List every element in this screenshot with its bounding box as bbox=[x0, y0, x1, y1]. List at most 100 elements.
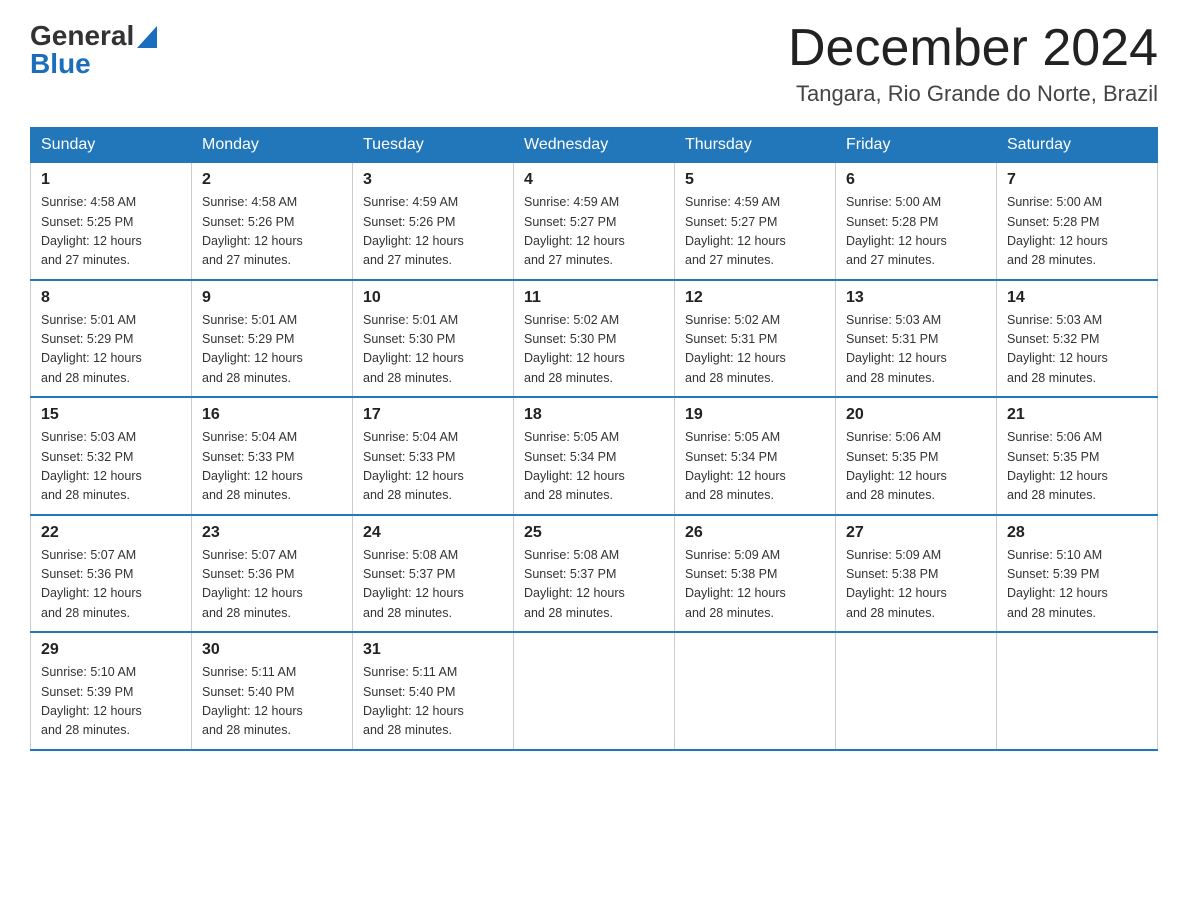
day-number: 13 bbox=[846, 289, 986, 307]
day-info: Sunrise: 5:00 AMSunset: 5:28 PMDaylight:… bbox=[846, 193, 986, 271]
day-info: Sunrise: 4:58 AMSunset: 5:25 PMDaylight:… bbox=[41, 193, 181, 271]
weekday-header-friday: Friday bbox=[836, 128, 997, 163]
day-number: 23 bbox=[202, 524, 342, 542]
weekday-header-sunday: Sunday bbox=[31, 128, 192, 163]
calendar-week-1: 1 Sunrise: 4:58 AMSunset: 5:25 PMDayligh… bbox=[31, 163, 1158, 280]
day-info: Sunrise: 5:06 AMSunset: 5:35 PMDaylight:… bbox=[846, 428, 986, 506]
calendar-cell: 15 Sunrise: 5:03 AMSunset: 5:32 PMDaylig… bbox=[31, 397, 192, 515]
day-info: Sunrise: 5:09 AMSunset: 5:38 PMDaylight:… bbox=[685, 546, 825, 624]
calendar-cell: 22 Sunrise: 5:07 AMSunset: 5:36 PMDaylig… bbox=[31, 515, 192, 633]
calendar-cell: 10 Sunrise: 5:01 AMSunset: 5:30 PMDaylig… bbox=[353, 280, 514, 398]
day-info: Sunrise: 5:06 AMSunset: 5:35 PMDaylight:… bbox=[1007, 428, 1147, 506]
day-info: Sunrise: 5:03 AMSunset: 5:31 PMDaylight:… bbox=[846, 311, 986, 389]
day-number: 4 bbox=[524, 171, 664, 189]
day-number: 27 bbox=[846, 524, 986, 542]
calendar-table: SundayMondayTuesdayWednesdayThursdayFrid… bbox=[30, 127, 1158, 751]
title-area: December 2024 Tangara, Rio Grande do Nor… bbox=[788, 20, 1158, 107]
day-number: 20 bbox=[846, 406, 986, 424]
day-info: Sunrise: 5:07 AMSunset: 5:36 PMDaylight:… bbox=[202, 546, 342, 624]
day-info: Sunrise: 5:02 AMSunset: 5:31 PMDaylight:… bbox=[685, 311, 825, 389]
calendar-cell: 4 Sunrise: 4:59 AMSunset: 5:27 PMDayligh… bbox=[514, 163, 675, 280]
calendar-cell: 25 Sunrise: 5:08 AMSunset: 5:37 PMDaylig… bbox=[514, 515, 675, 633]
day-number: 9 bbox=[202, 289, 342, 307]
calendar-cell: 1 Sunrise: 4:58 AMSunset: 5:25 PMDayligh… bbox=[31, 163, 192, 280]
calendar-cell: 2 Sunrise: 4:58 AMSunset: 5:26 PMDayligh… bbox=[192, 163, 353, 280]
calendar-cell: 28 Sunrise: 5:10 AMSunset: 5:39 PMDaylig… bbox=[997, 515, 1158, 633]
day-info: Sunrise: 5:07 AMSunset: 5:36 PMDaylight:… bbox=[41, 546, 181, 624]
calendar-cell: 17 Sunrise: 5:04 AMSunset: 5:33 PMDaylig… bbox=[353, 397, 514, 515]
day-info: Sunrise: 5:05 AMSunset: 5:34 PMDaylight:… bbox=[524, 428, 664, 506]
day-info: Sunrise: 5:03 AMSunset: 5:32 PMDaylight:… bbox=[1007, 311, 1147, 389]
weekday-header-thursday: Thursday bbox=[675, 128, 836, 163]
day-info: Sunrise: 5:08 AMSunset: 5:37 PMDaylight:… bbox=[363, 546, 503, 624]
calendar-cell: 30 Sunrise: 5:11 AMSunset: 5:40 PMDaylig… bbox=[192, 632, 353, 750]
calendar-cell: 12 Sunrise: 5:02 AMSunset: 5:31 PMDaylig… bbox=[675, 280, 836, 398]
calendar-cell: 5 Sunrise: 4:59 AMSunset: 5:27 PMDayligh… bbox=[675, 163, 836, 280]
calendar-cell bbox=[514, 632, 675, 750]
calendar-week-4: 22 Sunrise: 5:07 AMSunset: 5:36 PMDaylig… bbox=[31, 515, 1158, 633]
day-number: 22 bbox=[41, 524, 181, 542]
calendar-cell: 13 Sunrise: 5:03 AMSunset: 5:31 PMDaylig… bbox=[836, 280, 997, 398]
calendar-cell bbox=[675, 632, 836, 750]
location-subtitle: Tangara, Rio Grande do Norte, Brazil bbox=[788, 81, 1158, 107]
calendar-cell: 16 Sunrise: 5:04 AMSunset: 5:33 PMDaylig… bbox=[192, 397, 353, 515]
calendar-week-5: 29 Sunrise: 5:10 AMSunset: 5:39 PMDaylig… bbox=[31, 632, 1158, 750]
day-number: 12 bbox=[685, 289, 825, 307]
day-number: 30 bbox=[202, 641, 342, 659]
logo: General Blue bbox=[30, 20, 157, 80]
day-number: 8 bbox=[41, 289, 181, 307]
day-info: Sunrise: 5:03 AMSunset: 5:32 PMDaylight:… bbox=[41, 428, 181, 506]
calendar-cell: 31 Sunrise: 5:11 AMSunset: 5:40 PMDaylig… bbox=[353, 632, 514, 750]
day-info: Sunrise: 4:58 AMSunset: 5:26 PMDaylight:… bbox=[202, 193, 342, 271]
day-number: 15 bbox=[41, 406, 181, 424]
day-info: Sunrise: 4:59 AMSunset: 5:27 PMDaylight:… bbox=[524, 193, 664, 271]
calendar-cell: 8 Sunrise: 5:01 AMSunset: 5:29 PMDayligh… bbox=[31, 280, 192, 398]
day-number: 5 bbox=[685, 171, 825, 189]
day-number: 24 bbox=[363, 524, 503, 542]
calendar-cell: 21 Sunrise: 5:06 AMSunset: 5:35 PMDaylig… bbox=[997, 397, 1158, 515]
day-number: 11 bbox=[524, 289, 664, 307]
day-info: Sunrise: 5:09 AMSunset: 5:38 PMDaylight:… bbox=[846, 546, 986, 624]
day-number: 14 bbox=[1007, 289, 1147, 307]
calendar-cell: 26 Sunrise: 5:09 AMSunset: 5:38 PMDaylig… bbox=[675, 515, 836, 633]
weekday-header-wednesday: Wednesday bbox=[514, 128, 675, 163]
day-info: Sunrise: 4:59 AMSunset: 5:26 PMDaylight:… bbox=[363, 193, 503, 271]
day-info: Sunrise: 5:01 AMSunset: 5:29 PMDaylight:… bbox=[202, 311, 342, 389]
calendar-cell: 3 Sunrise: 4:59 AMSunset: 5:26 PMDayligh… bbox=[353, 163, 514, 280]
weekday-header-row: SundayMondayTuesdayWednesdayThursdayFrid… bbox=[31, 128, 1158, 163]
calendar-header: SundayMondayTuesdayWednesdayThursdayFrid… bbox=[31, 128, 1158, 163]
day-number: 3 bbox=[363, 171, 503, 189]
day-number: 29 bbox=[41, 641, 181, 659]
calendar-cell: 29 Sunrise: 5:10 AMSunset: 5:39 PMDaylig… bbox=[31, 632, 192, 750]
day-number: 25 bbox=[524, 524, 664, 542]
calendar-cell: 27 Sunrise: 5:09 AMSunset: 5:38 PMDaylig… bbox=[836, 515, 997, 633]
day-number: 1 bbox=[41, 171, 181, 189]
month-title: December 2024 bbox=[788, 20, 1158, 77]
day-info: Sunrise: 5:01 AMSunset: 5:30 PMDaylight:… bbox=[363, 311, 503, 389]
day-number: 28 bbox=[1007, 524, 1147, 542]
weekday-header-saturday: Saturday bbox=[997, 128, 1158, 163]
day-number: 18 bbox=[524, 406, 664, 424]
calendar-cell: 14 Sunrise: 5:03 AMSunset: 5:32 PMDaylig… bbox=[997, 280, 1158, 398]
day-info: Sunrise: 5:04 AMSunset: 5:33 PMDaylight:… bbox=[202, 428, 342, 506]
day-info: Sunrise: 5:00 AMSunset: 5:28 PMDaylight:… bbox=[1007, 193, 1147, 271]
calendar-cell: 20 Sunrise: 5:06 AMSunset: 5:35 PMDaylig… bbox=[836, 397, 997, 515]
day-info: Sunrise: 5:10 AMSunset: 5:39 PMDaylight:… bbox=[1007, 546, 1147, 624]
day-info: Sunrise: 5:04 AMSunset: 5:33 PMDaylight:… bbox=[363, 428, 503, 506]
day-number: 2 bbox=[202, 171, 342, 189]
calendar-cell: 7 Sunrise: 5:00 AMSunset: 5:28 PMDayligh… bbox=[997, 163, 1158, 280]
logo-blue-text: Blue bbox=[30, 48, 91, 80]
day-info: Sunrise: 5:08 AMSunset: 5:37 PMDaylight:… bbox=[524, 546, 664, 624]
day-info: Sunrise: 5:11 AMSunset: 5:40 PMDaylight:… bbox=[202, 663, 342, 741]
day-info: Sunrise: 5:02 AMSunset: 5:30 PMDaylight:… bbox=[524, 311, 664, 389]
day-info: Sunrise: 5:10 AMSunset: 5:39 PMDaylight:… bbox=[41, 663, 181, 741]
day-number: 10 bbox=[363, 289, 503, 307]
day-number: 6 bbox=[846, 171, 986, 189]
day-number: 19 bbox=[685, 406, 825, 424]
day-info: Sunrise: 5:01 AMSunset: 5:29 PMDaylight:… bbox=[41, 311, 181, 389]
day-number: 16 bbox=[202, 406, 342, 424]
day-number: 21 bbox=[1007, 406, 1147, 424]
day-info: Sunrise: 5:05 AMSunset: 5:34 PMDaylight:… bbox=[685, 428, 825, 506]
calendar-cell: 24 Sunrise: 5:08 AMSunset: 5:37 PMDaylig… bbox=[353, 515, 514, 633]
calendar-week-3: 15 Sunrise: 5:03 AMSunset: 5:32 PMDaylig… bbox=[31, 397, 1158, 515]
